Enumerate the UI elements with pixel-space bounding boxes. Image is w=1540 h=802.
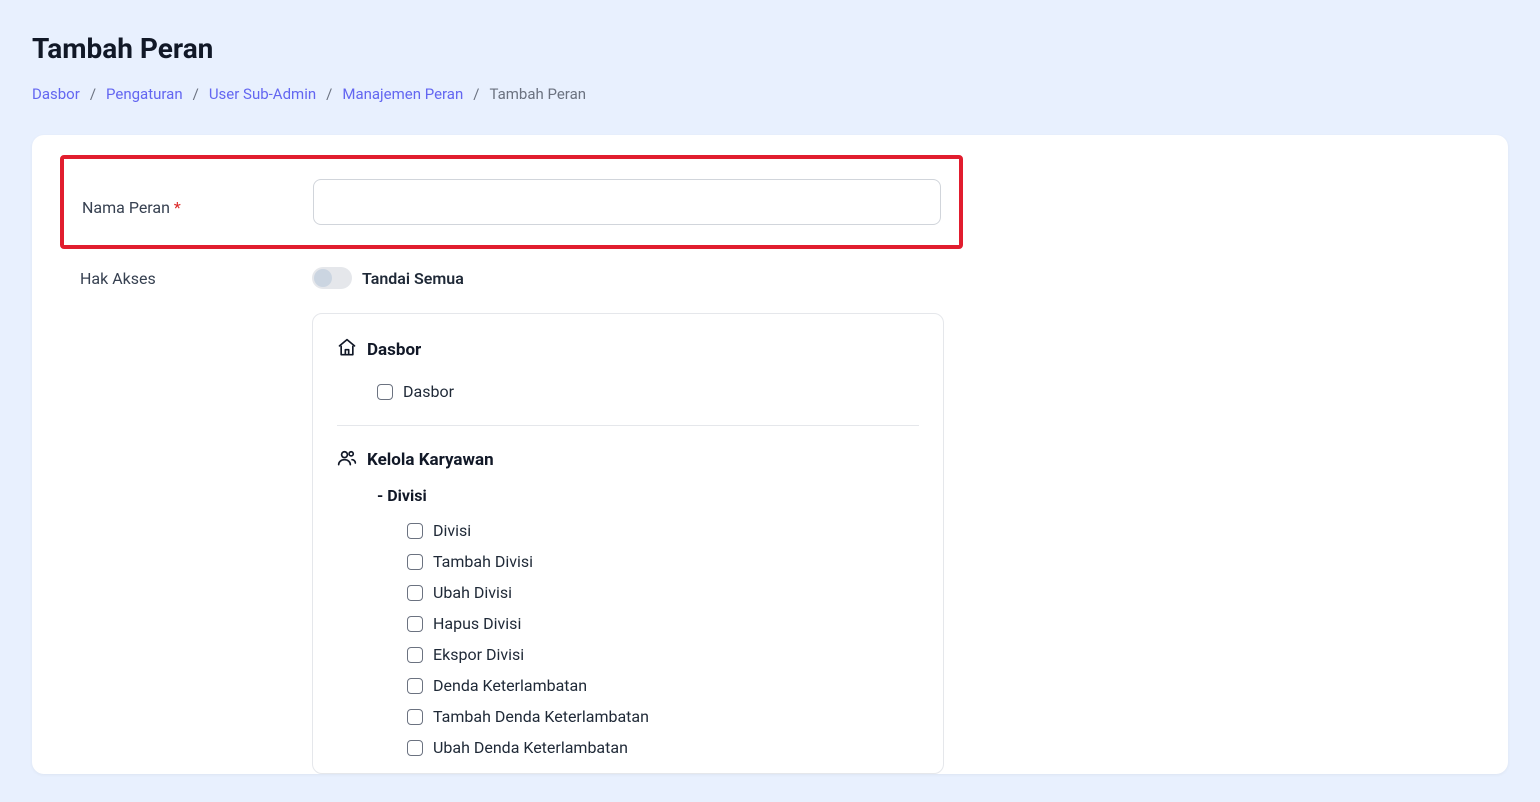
tandai-semua-label: Tandai Semua [362, 269, 464, 288]
perm-checkbox-tambah-divisi[interactable] [407, 554, 423, 570]
home-icon [337, 338, 357, 362]
perm-item-tambah-divisi: Tambah Divisi [337, 546, 919, 577]
breadcrumb: Dasbor / Pengaturan / User Sub-Admin / M… [32, 85, 1508, 103]
perm-item-ekspor-divisi: Ekspor Divisi [337, 639, 919, 670]
breadcrumb-link-dasbor[interactable]: Dasbor [32, 85, 80, 103]
perm-checkbox-ubah-denda-keterlambatan[interactable] [407, 740, 423, 756]
perm-section-header-kelola-karyawan: Kelola Karyawan [337, 448, 919, 472]
perm-label: Divisi [433, 521, 471, 540]
breadcrumb-link-user-sub-admin[interactable]: User Sub-Admin [209, 85, 316, 103]
required-indicator: * [174, 198, 181, 217]
breadcrumb-sep: / [473, 85, 479, 103]
breadcrumb-sep: / [326, 85, 332, 103]
toggle-knob [314, 269, 332, 287]
perm-section-title: Kelola Karyawan [367, 450, 494, 470]
perm-label: Tambah Divisi [433, 552, 533, 571]
perm-divider [337, 425, 919, 426]
perm-item-divisi: Divisi [337, 515, 919, 546]
perm-label: Ubah Denda Keterlambatan [433, 738, 628, 757]
page-title: Tambah Peran [32, 32, 1508, 65]
hak-akses-label: Hak Akses [80, 269, 312, 288]
breadcrumb-current: Tambah Peran [489, 85, 586, 103]
nama-peran-label: Nama Peran * [82, 188, 313, 217]
breadcrumb-link-manajemen-peran[interactable]: Manajemen Peran [342, 85, 463, 103]
breadcrumb-sep: / [90, 85, 96, 103]
perm-item-hapus-divisi: Hapus Divisi [337, 608, 919, 639]
perm-checkbox-denda-keterlambatan[interactable] [407, 678, 423, 694]
nama-peran-label-text: Nama Peran [82, 198, 170, 217]
perm-item-dasbor: Dasbor [337, 376, 919, 407]
nama-peran-input[interactable] [313, 179, 941, 225]
users-icon [337, 448, 357, 472]
perm-checkbox-tambah-denda-keterlambatan[interactable] [407, 709, 423, 725]
perm-label: Ubah Divisi [433, 583, 512, 602]
nama-peran-highlight: Nama Peran * [60, 155, 963, 249]
perm-checkbox-hapus-divisi[interactable] [407, 616, 423, 632]
perm-item-ubah-denda-keterlambatan: Ubah Denda Keterlambatan [337, 732, 919, 763]
perm-label: Denda Keterlambatan [433, 676, 587, 695]
perm-label: Hapus Divisi [433, 614, 521, 633]
perm-item-ubah-divisi: Ubah Divisi [337, 577, 919, 608]
breadcrumb-sep: / [193, 85, 199, 103]
form-card: Nama Peran * Hak Akses Tandai Semua [32, 135, 1508, 774]
permissions-panel: Dasbor Dasbor Kelola Karyawan [312, 313, 944, 774]
perm-label: Tambah Denda Keterlambatan [433, 707, 649, 726]
perm-subsection-divisi: - Divisi [337, 486, 919, 505]
breadcrumb-link-pengaturan[interactable]: Pengaturan [106, 85, 183, 103]
perm-item-tambah-denda-keterlambatan: Tambah Denda Keterlambatan [337, 701, 919, 732]
perm-checkbox-divisi[interactable] [407, 523, 423, 539]
perm-section-header-dasbor: Dasbor [337, 338, 919, 362]
perm-checkbox-ubah-divisi[interactable] [407, 585, 423, 601]
perm-checkbox-ekspor-divisi[interactable] [407, 647, 423, 663]
perm-label: Ekspor Divisi [433, 645, 524, 664]
perm-item-denda-keterlambatan: Denda Keterlambatan [337, 670, 919, 701]
perm-label: Dasbor [403, 382, 454, 401]
tandai-semua-toggle[interactable] [312, 267, 352, 289]
perm-section-title: Dasbor [367, 340, 421, 360]
perm-checkbox-dasbor[interactable] [377, 384, 393, 400]
